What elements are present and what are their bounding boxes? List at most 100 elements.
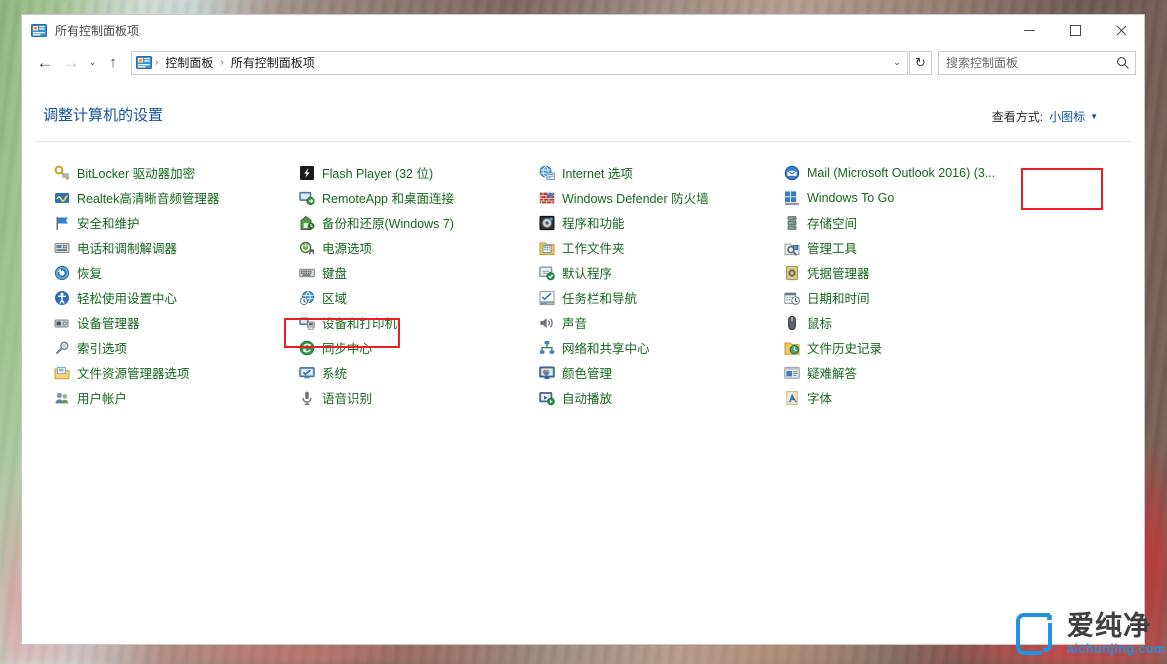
control-panel-item[interactable]: 网络和共享中心 [518, 335, 763, 360]
address-bar[interactable]: › 控制面板 › 所有控制面板项 ⌄ [131, 50, 908, 75]
control-panel-item[interactable]: 字体 [763, 385, 1063, 410]
control-panel-item[interactable]: 系统 [278, 360, 518, 385]
control-panel-item[interactable]: 电源选项 [278, 235, 518, 260]
control-panel-item[interactable]: Windows Defender 防火墙 [518, 185, 763, 210]
control-panel-item[interactable]: 鼠标 [763, 310, 1063, 335]
control-panel-item[interactable]: Windows To Go [763, 185, 1063, 210]
control-panel-item[interactable]: 索引选项 [33, 335, 278, 360]
control-panel-item[interactable]: 任务栏和导航 [518, 285, 763, 310]
autoplay-icon [539, 390, 555, 406]
control-panel-item[interactable]: 存储空间 [763, 210, 1063, 235]
control-panel-item[interactable]: Flash Player (32 位) [278, 160, 518, 185]
back-button[interactable]: ← [32, 50, 58, 76]
file-history-icon [784, 340, 800, 356]
control-panel-item[interactable]: 默认程序 [518, 260, 763, 285]
control-panel-item-label: 设备和打印机 [322, 317, 398, 331]
forward-button[interactable]: → [58, 50, 84, 76]
control-panel-item-label: 设备管理器 [77, 317, 140, 331]
control-panel-item[interactable]: 恢复 [33, 260, 278, 285]
control-panel-item[interactable]: 设备和打印机 [278, 310, 518, 335]
items-column-1: BitLocker 驱动器加密 Realtek高清晰音频管理器安全和维护电话和调制… [33, 160, 278, 410]
control-panel-item[interactable]: 自动播放 [518, 385, 763, 410]
control-panel-item-label: 程序和功能 [562, 217, 625, 231]
flash-player-icon [299, 165, 315, 181]
control-panel-item[interactable]: 用户帐户 [33, 385, 278, 410]
chevron-down-icon[interactable]: ▼ [1090, 112, 1098, 121]
watermark-chinese: 爱纯净 [1067, 610, 1151, 641]
control-panel-item-label: 网络和共享中心 [562, 342, 650, 356]
control-panel-item[interactable]: 颜色管理 [518, 360, 763, 385]
control-panel-item-label: 鼠标 [807, 317, 833, 331]
chevron-down-icon[interactable]: ⌄ [887, 52, 907, 74]
search-input[interactable] [939, 55, 1111, 70]
control-panel-item[interactable]: 安全和维护 [33, 210, 278, 235]
control-panel-item[interactable]: Internet 选项 [518, 160, 763, 185]
control-panel-item[interactable]: 设备管理器 [33, 310, 278, 335]
control-panel-item-label: 备份和还原(Windows 7) [322, 217, 454, 231]
control-panel-item[interactable]: 程序和功能 [518, 210, 763, 235]
control-panel-item-label: 文件资源管理器选项 [77, 367, 190, 381]
control-panel-item[interactable]: 区域 [278, 285, 518, 310]
control-panel-item[interactable]: 工作文件夹 [518, 235, 763, 260]
sync-center-icon [299, 340, 315, 356]
control-panel-item[interactable]: 疑难解答 [763, 360, 1063, 385]
view-by-control: 查看方式: 小图标 ▼ [992, 108, 1098, 125]
control-panel-item[interactable]: 凭据管理器 [763, 260, 1063, 285]
control-panel-item[interactable]: 同步中心 [278, 335, 518, 360]
view-by-label: 查看方式: [991, 110, 1044, 124]
control-panel-item[interactable]: 轻松使用设置中心 [33, 285, 278, 310]
control-panel-item[interactable]: RemoteApp 和桌面连接 [278, 185, 518, 210]
recovery-icon [54, 265, 70, 281]
control-panel-item-label: BitLocker 驱动器加密 [77, 167, 196, 181]
close-button[interactable] [1098, 16, 1144, 46]
control-panel-item-label: 用户帐户 [77, 392, 128, 406]
items-column-3: Internet 选项 Windows Defender 防火墙 程序和功能工作文件… [518, 160, 763, 410]
user-accounts-icon [54, 390, 70, 406]
control-panel-item[interactable]: 键盘 [278, 260, 518, 285]
internet-options-icon [539, 165, 555, 181]
control-panel-item-label: Windows Defender 防火墙 [562, 192, 709, 206]
ease-of-access-icon [54, 290, 70, 306]
control-panel-items-grid: BitLocker 驱动器加密 Realtek高清晰音频管理器安全和维护电话和调制… [33, 160, 1136, 410]
windows-to-go-icon [784, 190, 800, 206]
breadcrumb-item-control-panel[interactable]: 控制面板 [161, 54, 217, 71]
realtek-audio-icon [54, 190, 70, 206]
control-panel-item[interactable]: 管理工具 [763, 235, 1063, 260]
control-panel-icon [31, 23, 47, 39]
backup-restore-icon [299, 215, 315, 231]
control-panel-item-label: 声音 [562, 317, 588, 331]
search-box[interactable] [938, 50, 1136, 75]
window-title: 所有控制面板项 [55, 24, 140, 38]
breadcrumb-item-all-items[interactable]: 所有控制面板项 [227, 54, 319, 71]
control-panel-item[interactable]: 备份和还原(Windows 7) [278, 210, 518, 235]
control-panel-item[interactable]: Realtek高清晰音频管理器 [33, 185, 278, 210]
control-panel-item[interactable]: 文件资源管理器选项 [33, 360, 278, 385]
aichunjing-logo-icon [1014, 611, 1060, 657]
desktop-background: 所有控制面板项 ← → ⌄ ↑ › 控制面板 › 所有控制面板项 ⌄ ↻ 搜索控… [0, 0, 1167, 664]
control-panel-item-label: 轻松使用设置中心 [77, 292, 178, 306]
credential-manager-icon [784, 265, 800, 281]
control-panel-item-label: Windows To Go [807, 190, 895, 205]
search-icon[interactable] [1111, 52, 1135, 74]
refresh-button[interactable]: ↻ [909, 50, 932, 75]
control-panel-item-label: Flash Player (32 位) [322, 167, 434, 181]
control-panel-item[interactable]: 日期和时间 [763, 285, 1063, 310]
control-panel-item-label: 索引选项 [77, 342, 128, 356]
control-panel-item[interactable]: 电话和调制解调器 [33, 235, 278, 260]
programs-features-icon [539, 215, 555, 231]
control-panel-item[interactable]: Mail (Microsoft Outlook 2016) (3... [763, 160, 1063, 185]
recent-locations-icon[interactable]: ⌄ [84, 50, 101, 76]
control-panel-item[interactable]: 语音识别 [278, 385, 518, 410]
control-panel-item[interactable]: 声音 [518, 310, 763, 335]
control-panel-item-label: Internet 选项 [562, 167, 633, 181]
control-panel-item[interactable]: BitLocker 驱动器加密 [33, 160, 278, 185]
minimize-button[interactable] [1006, 16, 1052, 46]
up-button[interactable]: ↑ [101, 50, 125, 76]
control-panel-item-label: RemoteApp 和桌面连接 [322, 192, 454, 206]
maximize-button[interactable] [1052, 16, 1098, 46]
control-panel-item-label: 安全和维护 [77, 217, 140, 231]
administrative-tools-icon [784, 240, 800, 256]
control-panel-item[interactable]: 文件历史记录 [763, 335, 1063, 360]
view-by-value[interactable]: 小图标 [1049, 108, 1085, 125]
breadcrumb-separator: › [220, 57, 224, 68]
